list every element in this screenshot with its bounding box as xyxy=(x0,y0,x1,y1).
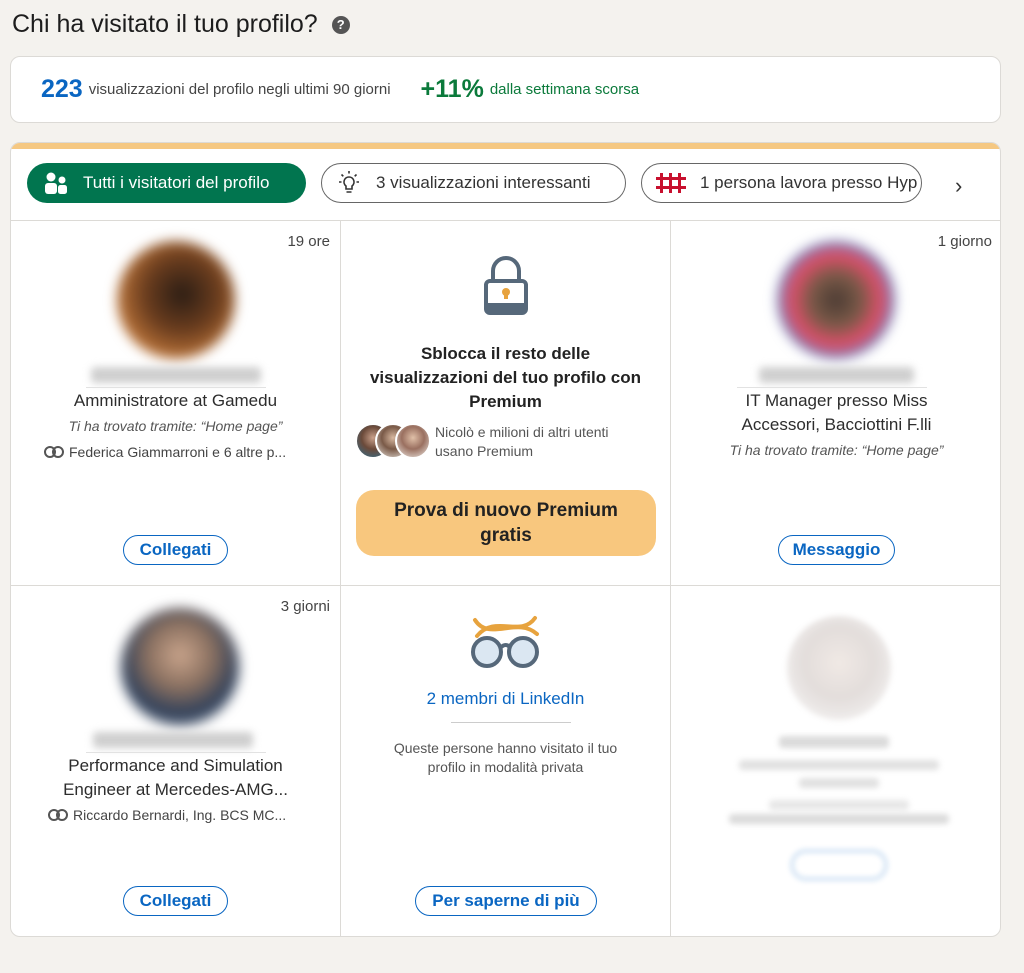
try-premium-button[interactable]: Prova di nuovo Premium gratis xyxy=(356,490,656,556)
glasses-icon xyxy=(469,612,543,675)
company-logo-icon xyxy=(656,173,686,193)
mutual-connections-text: Federica Giammarroni e 6 altre p... xyxy=(69,444,287,460)
filter-all-visitors[interactable]: Tutti i visitatori del profilo xyxy=(27,163,306,203)
premium-note-line1: Nicolò e milioni di altri utenti xyxy=(435,424,609,440)
mutual-connections-icon xyxy=(47,808,69,822)
blurred-visitor-preview xyxy=(671,586,1000,936)
visitor-headline: Amministratore at Gamedu xyxy=(73,391,278,410)
visitor-headline-line1: IT Manager presso Miss xyxy=(745,391,928,410)
private-viewers-card: 2 membri di LinkedIn Queste persone hann… xyxy=(341,586,671,936)
visit-time: 1 giorno xyxy=(937,233,992,250)
message-button[interactable]: Messaggio xyxy=(778,535,895,565)
lock-icon xyxy=(481,255,531,322)
stats-card: 223 visualizzazioni del profilo negli ul… xyxy=(10,56,1001,123)
premium-upsell-card: Sblocca il resto delle visualizzazioni d… xyxy=(341,221,671,586)
mutual-connections[interactable]: Riccardo Bernardi, Ing. BCS MC... xyxy=(47,807,324,823)
found-via: Ti ha trovato tramite: “Home page” xyxy=(68,418,283,434)
chevron-right-icon[interactable]: › xyxy=(955,173,962,199)
premium-title-line1: Sblocca il resto delle xyxy=(420,344,591,363)
visit-time: 3 giorni xyxy=(280,598,330,615)
avatar[interactable] xyxy=(121,608,239,726)
mutual-connections[interactable]: Federica Giammarroni e 6 altre p... xyxy=(43,444,324,460)
premium-note-line2: usano Premium xyxy=(435,443,534,459)
views-count[interactable]: 223 xyxy=(41,75,83,104)
private-note-line2: profilo in modalità privata xyxy=(427,759,584,775)
visitors-grid: 19 ore Amministratore at Gamedu Ti ha tr… xyxy=(11,221,1000,936)
blurred-name xyxy=(759,367,914,383)
page-title: Chi ha visitato il tuo profilo? ? xyxy=(12,10,350,39)
visitor-headline-line2: Accessori, Bacciottini F.lli xyxy=(741,415,932,434)
visitor-card[interactable]: 1 giorno IT Manager presso Miss Accessor… xyxy=(671,221,1000,586)
divider xyxy=(86,387,266,388)
visit-time: 19 ore xyxy=(287,233,330,250)
divider xyxy=(451,722,571,723)
help-icon[interactable]: ? xyxy=(331,15,350,34)
divider xyxy=(86,752,266,753)
mutual-connections-icon xyxy=(43,445,65,459)
visitor-card[interactable]: 3 giorni Performance and Simulation Engi… xyxy=(11,586,341,936)
premium-title: Sblocca il resto delle visualizzazioni d… xyxy=(351,342,660,414)
avatar xyxy=(395,423,431,459)
blurred-name xyxy=(93,732,253,748)
premium-title-line3: Premium xyxy=(469,392,542,411)
private-members-link[interactable]: 2 membri di LinkedIn xyxy=(341,689,670,709)
avatar xyxy=(787,616,891,720)
blurred-text xyxy=(769,800,909,810)
blurred-button xyxy=(791,850,887,880)
filter-interesting-views[interactable]: 3 visualizzazioni interessanti xyxy=(321,163,626,203)
premium-user-avatars xyxy=(355,423,431,461)
filter-bar: Tutti i visitatori del profilo 3 visuali… xyxy=(11,149,1000,221)
lightbulb-icon xyxy=(336,170,362,196)
blurred-name xyxy=(779,736,889,748)
locked-visitor-card xyxy=(671,586,1000,936)
page-title-text: Chi ha visitato il tuo profilo? xyxy=(12,10,318,38)
mutual-connections-text: Riccardo Bernardi, Ing. BCS MC... xyxy=(73,807,287,823)
premium-title-line2: visualizzazioni del tuo profilo con xyxy=(369,368,642,387)
change-text: dalla settimana scorsa xyxy=(489,81,640,98)
connect-button[interactable]: Collegati xyxy=(123,886,228,916)
premium-note: Nicolò e milioni di altri utenti usano P… xyxy=(435,423,609,461)
private-note: Queste persone hanno visitato il tuo pro… xyxy=(371,739,640,777)
visitor-card[interactable]: 19 ore Amministratore at Gamedu Ti ha tr… xyxy=(11,221,341,586)
found-via: Ti ha trovato tramite: “Home page” xyxy=(729,442,944,458)
change-percent: +11% xyxy=(420,75,484,103)
filter-interesting-label: 3 visualizzazioni interessanti xyxy=(376,173,591,192)
views-text: visualizzazioni del profilo negli ultimi… xyxy=(88,81,391,98)
filter-all-label: Tutti i visitatori del profilo xyxy=(83,173,270,192)
connect-button[interactable]: Collegati xyxy=(123,535,228,565)
blurred-text xyxy=(729,814,949,824)
divider xyxy=(737,387,927,388)
filter-company-label: 1 persona lavora presso Hyp xyxy=(700,173,918,192)
private-note-line1: Queste persone hanno visitato il tuo xyxy=(393,740,618,756)
visitor-headline: Performance and Simulation Engineer at M… xyxy=(11,754,340,802)
learn-more-button[interactable]: Per saperne di più xyxy=(415,886,597,916)
avatar[interactable] xyxy=(777,241,895,359)
visitor-headline: IT Manager presso Miss Accessori, Baccio… xyxy=(671,389,1000,437)
visitors-card: Tutti i visitatori del profilo 3 visuali… xyxy=(10,142,1001,937)
blurred-headline xyxy=(739,760,939,770)
blurred-name xyxy=(91,367,261,383)
avatar[interactable] xyxy=(117,241,235,359)
visitor-headline-line2: Engineer at Mercedes-AMG... xyxy=(63,780,288,799)
try-premium-line1: Prova di nuovo Premium xyxy=(394,500,618,521)
visitor-headline-line1: Performance and Simulation xyxy=(68,756,283,775)
filter-company[interactable]: 1 persona lavora presso Hyp xyxy=(641,163,922,203)
people-icon xyxy=(43,170,69,196)
try-premium-line2: gratis xyxy=(480,525,532,546)
blurred-headline xyxy=(799,778,879,788)
